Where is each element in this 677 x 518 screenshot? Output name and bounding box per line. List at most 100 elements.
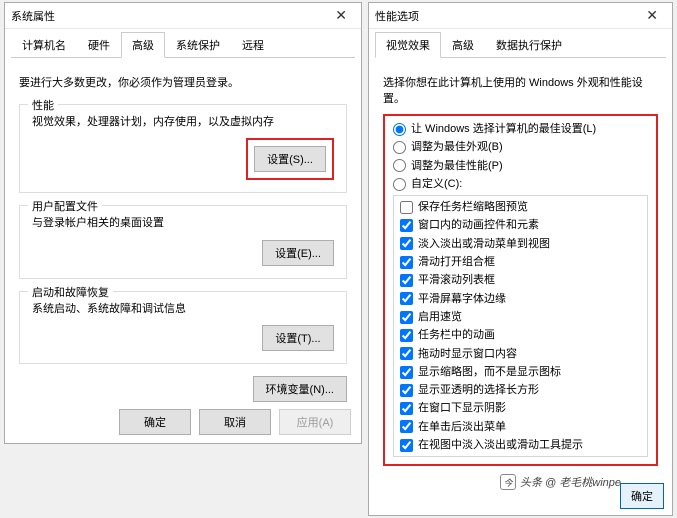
check-label: 启用速览: [418, 310, 462, 324]
check-label: 在窗口下显示阴影: [418, 401, 506, 415]
check-input[interactable]: [400, 256, 413, 269]
tabs-right: 视觉效果 高级 数据执行保护: [375, 31, 666, 58]
check-input[interactable]: [400, 347, 413, 360]
check-label: 保存任务栏缩略图预览: [418, 200, 528, 214]
group-profile-desc: 与登录帐户相关的桌面设置: [32, 216, 334, 231]
tab-computername[interactable]: 计算机名: [11, 32, 77, 58]
check-option-6[interactable]: 启用速览: [400, 310, 641, 324]
group-profile: 用户配置文件 与登录帐户相关的桌面设置 设置(E)...: [19, 205, 347, 278]
env-vars-button[interactable]: 环境变量(N)...: [253, 376, 347, 402]
radio-group: 让 Windows 选择计算机的最佳设置(L) 调整为最佳外观(B) 调整为最佳性能…: [393, 122, 648, 191]
tab-dep[interactable]: 数据执行保护: [485, 32, 573, 58]
check-input[interactable]: [400, 219, 413, 232]
ok-button-right[interactable]: 确定: [620, 483, 664, 509]
check-input[interactable]: [400, 274, 413, 287]
check-option-10[interactable]: 显示亚透明的选择长方形: [400, 383, 641, 397]
content-right: 选择你想在此计算机上使用的 Windows 外观和性能设置。 让 Windows…: [369, 58, 672, 474]
check-input[interactable]: [400, 201, 413, 214]
group-perf-desc: 视觉效果，处理器计划，内存使用，以及虚拟内存: [32, 115, 334, 130]
check-input[interactable]: [400, 366, 413, 379]
check-option-3[interactable]: 滑动打开组合框: [400, 255, 641, 269]
check-label: 显示缩略图，而不是显示图标: [418, 365, 561, 379]
apply-button[interactable]: 应用(A): [279, 409, 351, 435]
group-profile-title: 用户配置文件: [28, 198, 102, 214]
watermark-icon: 今: [500, 474, 516, 490]
footer-left: 确定 取消 应用(A): [119, 409, 351, 435]
check-input[interactable]: [400, 439, 413, 452]
title-left: 系统属性: [11, 8, 55, 24]
check-option-7[interactable]: 任务栏中的动画: [400, 328, 641, 342]
options-highlight: 让 Windows 选择计算机的最佳设置(L) 调整为最佳外观(B) 调整为最佳性能…: [383, 114, 658, 466]
check-label: 任务栏中的动画: [418, 328, 495, 342]
close-icon[interactable]: ✕: [638, 7, 666, 24]
check-label: 平滑滚动列表框: [418, 273, 495, 287]
radio-option-0[interactable]: 让 Windows 选择计算机的最佳设置(L): [393, 122, 648, 136]
settings-startup-button[interactable]: 设置(T)...: [262, 325, 334, 351]
check-label: 滑动打开组合框: [418, 255, 495, 269]
check-label: 在视图中淡入淡出或滑动工具提示: [418, 438, 583, 452]
tab-advanced-r[interactable]: 高级: [441, 32, 485, 58]
group-performance: 性能 视觉效果，处理器计划，内存使用，以及虚拟内存 设置(S)...: [19, 104, 347, 193]
check-option-0[interactable]: 保存任务栏缩略图预览: [400, 200, 641, 214]
footer-right: 确定: [620, 483, 664, 509]
check-label: 拖动时显示窗口内容: [418, 347, 517, 361]
radio-label: 让 Windows 选择计算机的最佳设置(L): [411, 122, 596, 136]
check-input[interactable]: [400, 311, 413, 324]
check-option-14[interactable]: 在鼠标指针下显示阴影: [400, 456, 641, 457]
right-info: 选择你想在此计算机上使用的 Windows 外观和性能设置。: [383, 74, 658, 106]
check-option-2[interactable]: 淡入淡出或滑动菜单到视图: [400, 237, 641, 251]
check-option-13[interactable]: 在视图中淡入淡出或滑动工具提示: [400, 438, 641, 452]
checkbox-list[interactable]: 保存任务栏缩略图预览窗口内的动画控件和元素淡入淡出或滑动菜单到视图滑动打开组合框…: [393, 195, 648, 457]
titlebar-left: 系统属性 ✕: [5, 3, 361, 29]
tabs-left: 计算机名 硬件 高级 系统保护 远程: [11, 31, 355, 58]
check-input[interactable]: [400, 420, 413, 433]
check-option-12[interactable]: 在单击后淡出菜单: [400, 420, 641, 434]
check-label: 显示亚透明的选择长方形: [418, 383, 539, 397]
ok-button[interactable]: 确定: [119, 409, 191, 435]
check-input[interactable]: [400, 329, 413, 342]
radio-option-3[interactable]: 自定义(C):: [393, 177, 648, 191]
radio-option-1[interactable]: 调整为最佳外观(B): [393, 140, 648, 154]
settings-perf-button[interactable]: 设置(S)...: [254, 146, 326, 172]
system-properties-dialog: 系统属性 ✕ 计算机名 硬件 高级 系统保护 远程 要进行大多数更改，你必须作为…: [4, 2, 362, 444]
check-option-11[interactable]: 在窗口下显示阴影: [400, 401, 641, 415]
radio-input[interactable]: [393, 159, 406, 172]
check-option-8[interactable]: 拖动时显示窗口内容: [400, 347, 641, 361]
check-option-5[interactable]: 平滑屏幕字体边缘: [400, 292, 641, 306]
radio-option-2[interactable]: 调整为最佳性能(P): [393, 159, 648, 173]
check-option-4[interactable]: 平滑滚动列表框: [400, 273, 641, 287]
cancel-button[interactable]: 取消: [199, 409, 271, 435]
radio-input[interactable]: [393, 178, 406, 191]
check-input[interactable]: [400, 237, 413, 250]
tab-systemprotect[interactable]: 系统保护: [165, 32, 231, 58]
check-input[interactable]: [400, 384, 413, 397]
check-label: 淡入淡出或滑动菜单到视图: [418, 237, 550, 251]
tab-visualeffects[interactable]: 视觉效果: [375, 32, 441, 58]
group-startup-title: 启动和故障恢复: [28, 284, 113, 300]
check-label: 在鼠标指针下显示阴影: [418, 456, 528, 457]
check-input[interactable]: [400, 402, 413, 415]
admin-info: 要进行大多数更改，你必须作为管理员登录。: [19, 74, 347, 90]
content-left: 要进行大多数更改，你必须作为管理员登录。 性能 视觉效果，处理器计划，内存使用，…: [5, 58, 361, 410]
tab-remote[interactable]: 远程: [231, 32, 275, 58]
tab-advanced[interactable]: 高级: [121, 32, 165, 58]
check-option-9[interactable]: 显示缩略图，而不是显示图标: [400, 365, 641, 379]
radio-input[interactable]: [393, 141, 406, 154]
check-label: 在单击后淡出菜单: [418, 420, 506, 434]
watermark-text: 头条 @ 老毛桃winpe: [520, 474, 621, 490]
check-label: 窗口内的动画控件和元素: [418, 218, 539, 232]
close-icon[interactable]: ✕: [327, 7, 355, 24]
performance-options-dialog: 性能选项 ✕ 视觉效果 高级 数据执行保护 选择你想在此计算机上使用的 Wind…: [368, 2, 673, 516]
radio-label: 调整为最佳性能(P): [411, 159, 503, 173]
check-label: 平滑屏幕字体边缘: [418, 292, 506, 306]
settings-profile-button[interactable]: 设置(E)...: [262, 240, 334, 266]
radio-input[interactable]: [393, 123, 406, 136]
group-startup-desc: 系统启动、系统故障和调试信息: [32, 302, 334, 317]
radio-label: 自定义(C):: [411, 177, 462, 191]
perf-btn-highlight: 设置(S)...: [246, 138, 334, 180]
check-option-1[interactable]: 窗口内的动画控件和元素: [400, 218, 641, 232]
check-input[interactable]: [400, 292, 413, 305]
watermark: 今 头条 @ 老毛桃winpe: [500, 474, 621, 490]
tab-hardware[interactable]: 硬件: [77, 32, 121, 58]
group-startup: 启动和故障恢复 系统启动、系统故障和调试信息 设置(T)...: [19, 291, 347, 364]
